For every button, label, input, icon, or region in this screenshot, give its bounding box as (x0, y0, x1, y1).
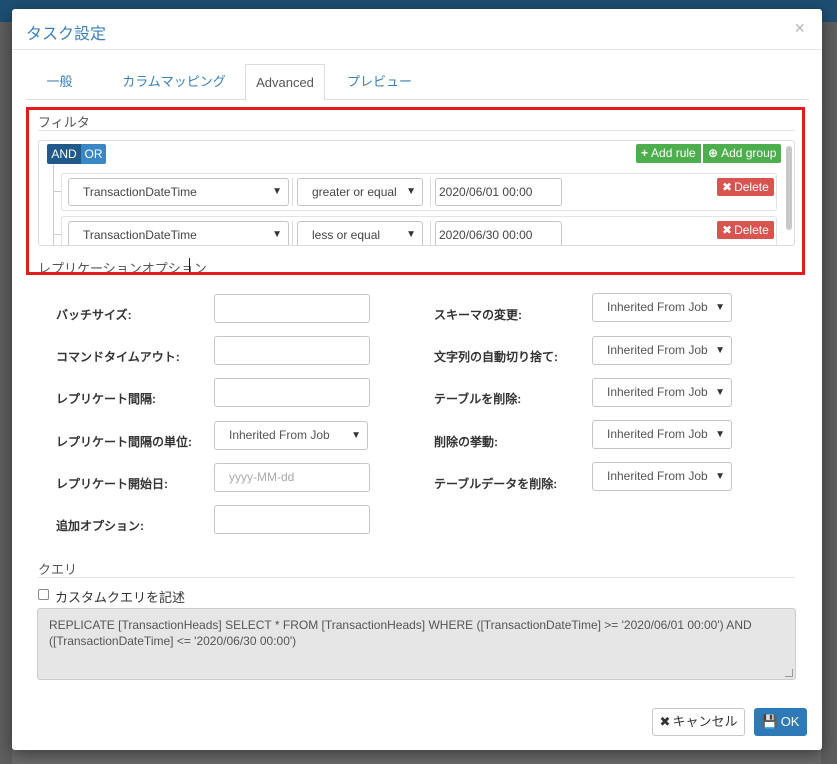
additional-options-input[interactable] (214, 505, 370, 534)
close-icon[interactable]: × (794, 18, 805, 39)
ok-label: OK (780, 714, 800, 729)
resize-grip-icon[interactable] (785, 669, 793, 677)
tab-general[interactable]: 一般 (26, 64, 93, 100)
auto-truncate-label: 文字列の自動切り捨て: (434, 350, 558, 364)
drop-table-value: Inherited From Job (607, 385, 708, 399)
drop-table-select[interactable]: Inherited From Job ▼ (592, 378, 732, 407)
tab-preview[interactable]: プレビュー (337, 64, 422, 100)
replicate-interval-unit-value: Inherited From Job (229, 428, 330, 442)
close-icon: ✖ (659, 714, 671, 729)
custom-query-label[interactable]: カスタムクエリを記述 (55, 587, 185, 606)
delete-behavior-value: Inherited From Job (607, 427, 708, 441)
batch-size-label: バッチサイズ: (56, 308, 132, 322)
schema-change-value: Inherited From Job (607, 300, 708, 314)
query-textarea[interactable]: REPLICATE [TransactionHeads] SELECT * FR… (37, 608, 796, 680)
replicate-interval-unit-select[interactable]: Inherited From Job ▼ (214, 421, 368, 450)
truncate-table-data-value: Inherited From Job (607, 469, 708, 483)
save-icon: 💾 (761, 714, 778, 729)
divider (38, 577, 795, 578)
schema-change-select[interactable]: Inherited From Job ▼ (592, 293, 732, 322)
cancel-button[interactable]: ✖ キャンセル (652, 708, 745, 736)
background-page-right (821, 22, 837, 764)
tab-bar: 一般 カラムマッピング Advanced プレビュー (26, 64, 809, 101)
additional-options-label: 追加オプション: (56, 519, 144, 533)
auto-truncate-value: Inherited From Job (607, 343, 708, 357)
schema-change-label: スキーマの変更: (434, 308, 522, 322)
tab-advanced[interactable]: Advanced (245, 64, 325, 101)
delete-behavior-label: 削除の挙動: (434, 435, 498, 449)
highlight-box (26, 107, 805, 275)
chevron-down-icon: ▼ (715, 345, 725, 356)
chevron-down-icon: ▼ (715, 302, 725, 313)
drop-table-label: テーブルを削除: (434, 392, 522, 406)
ok-button[interactable]: 💾 OK (754, 708, 807, 736)
task-settings-dialog: タスク設定 × 一般 カラムマッピング Advanced プレビュー フィルタ … (12, 9, 822, 750)
dialog-title: タスク設定 (26, 26, 107, 43)
batch-size-input[interactable] (214, 294, 370, 323)
replicate-interval-unit-label: レプリケート間隔の単位: (56, 435, 192, 449)
tab-column-mapping[interactable]: カラムマッピング (109, 64, 239, 100)
cancel-label: キャンセル (672, 714, 738, 729)
query-section-label: クエリ (38, 562, 78, 577)
query-text: REPLICATE [TransactionHeads] SELECT * FR… (49, 618, 752, 648)
replicate-start-date-input[interactable]: yyyy-MM-dd (214, 463, 370, 492)
dialog-header: タスク設定 × (12, 9, 822, 50)
auto-truncate-select[interactable]: Inherited From Job ▼ (592, 336, 732, 365)
custom-query-checkbox[interactable] (38, 589, 49, 600)
truncate-table-data-select[interactable]: Inherited From Job ▼ (592, 462, 732, 491)
chevron-down-icon: ▼ (715, 429, 725, 440)
command-timeout-label: コマンドタイムアウト: (56, 350, 180, 364)
replicate-interval-input[interactable] (214, 378, 370, 407)
command-timeout-input[interactable] (214, 336, 370, 365)
background-page-left (0, 22, 12, 764)
delete-behavior-select[interactable]: Inherited From Job ▼ (592, 420, 732, 449)
replicate-interval-label: レプリケート間隔: (56, 392, 156, 406)
truncate-table-data-label: テーブルデータを削除: (434, 477, 558, 491)
replicate-start-date-label: レプリケート開始日: (56, 477, 168, 491)
chevron-down-icon: ▼ (715, 471, 725, 482)
chevron-down-icon: ▼ (715, 387, 725, 398)
chevron-down-icon: ▼ (351, 430, 361, 441)
